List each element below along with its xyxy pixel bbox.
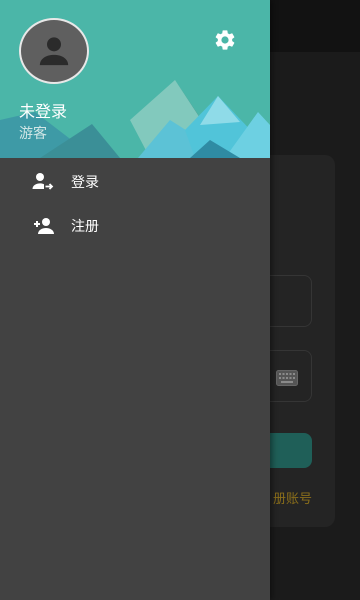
person-icon <box>39 37 69 66</box>
menu-item-login[interactable]: 登录 <box>0 160 270 204</box>
user-name: 未登录 <box>19 102 68 121</box>
menu-item-label: 注册 <box>71 219 99 235</box>
gear-icon[interactable] <box>213 28 237 52</box>
login-user-icon <box>32 173 54 190</box>
drawer-menu: 登录 注册 <box>0 160 270 248</box>
menu-item-register[interactable]: 注册 <box>0 204 270 248</box>
drawer-header: 未登录 游客 <box>0 0 270 158</box>
navigation-drawer: 未登录 游客 登录 注册 <box>0 0 270 600</box>
user-role: 游客 <box>19 126 47 142</box>
menu-item-label: 登录 <box>71 175 99 191</box>
avatar[interactable] <box>19 18 89 84</box>
add-user-icon <box>34 218 54 234</box>
keyboard-icon[interactable] <box>276 370 298 386</box>
